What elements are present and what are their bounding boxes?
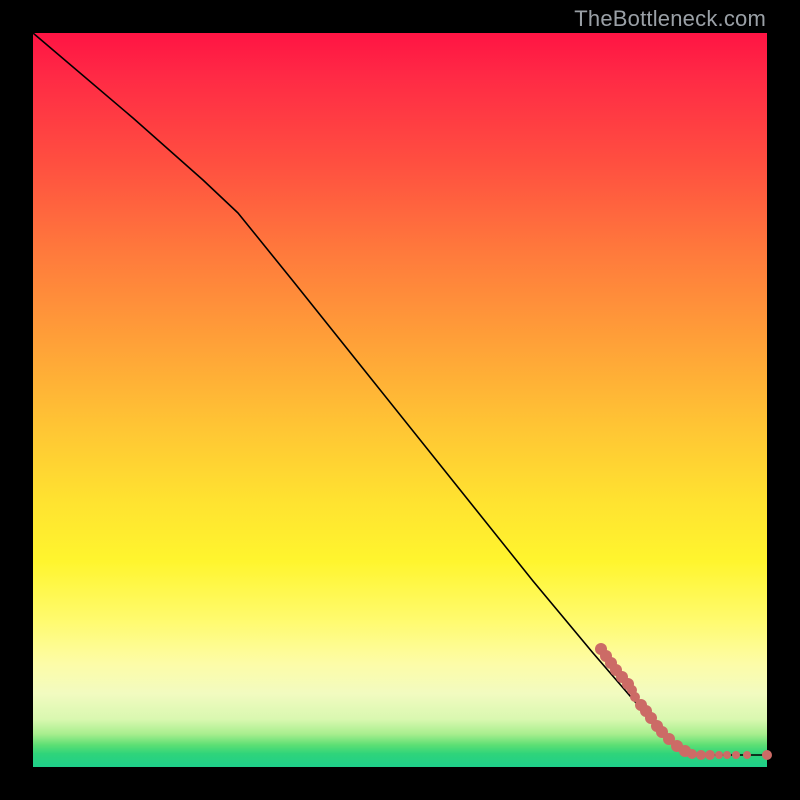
chart-overlay bbox=[33, 33, 767, 767]
highlight-dot bbox=[687, 749, 697, 759]
watermark-text: TheBottleneck.com bbox=[574, 6, 766, 32]
highlight-dot bbox=[723, 751, 731, 759]
highlight-dot bbox=[715, 751, 723, 759]
highlight-dot bbox=[696, 750, 706, 760]
chart-frame: TheBottleneck.com bbox=[0, 0, 800, 800]
highlight-dot bbox=[743, 751, 751, 759]
bottleneck-curve bbox=[33, 33, 767, 755]
highlight-dot bbox=[762, 750, 772, 760]
highlight-dot bbox=[705, 750, 715, 760]
highlight-dots-group bbox=[595, 643, 772, 760]
highlight-dot bbox=[732, 751, 740, 759]
